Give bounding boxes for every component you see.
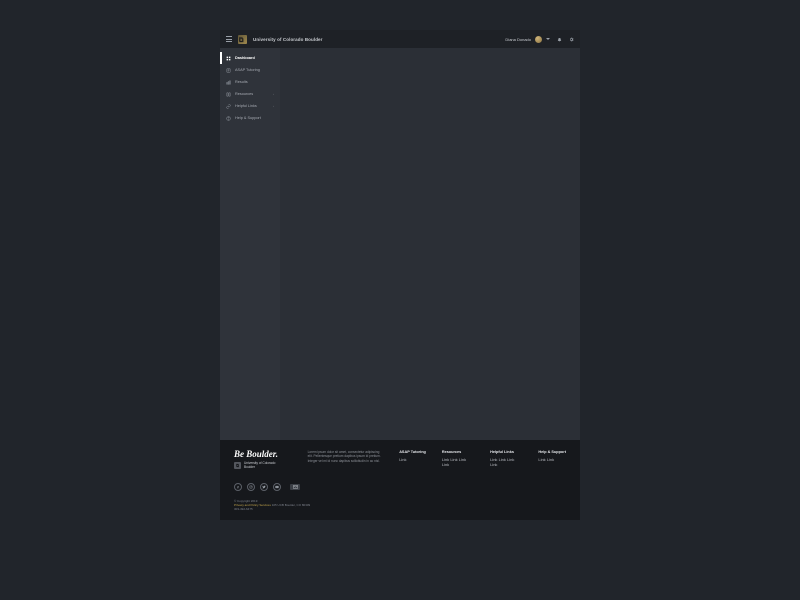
links-icon <box>226 104 231 109</box>
footer-link[interactable]: Link <box>507 457 514 462</box>
facebook-icon[interactable] <box>234 483 242 491</box>
dashboard-icon <box>226 56 231 61</box>
footer-col-title: ASAP Tutoring <box>399 450 426 454</box>
tutoring-icon <box>226 68 231 73</box>
sidebar: Dashboard ASAP Tutoring Results Resource… <box>220 48 280 440</box>
svg-text:⧉: ⧉ <box>239 37 244 44</box>
footer-link[interactable]: Link <box>547 457 554 462</box>
twitter-icon[interactable] <box>260 483 268 491</box>
footer-university-name: University of Colorado Boulder <box>244 462 275 469</box>
footer-link[interactable]: Link <box>490 462 497 467</box>
menu-toggle-icon[interactable] <box>226 36 232 42</box>
resources-icon <box>226 92 231 97</box>
footer-address: 105 UCB Boulder, CO 80309 <box>271 503 310 507</box>
results-icon <box>226 80 231 85</box>
sidebar-item-label: ASAP Tutoring <box>235 68 260 72</box>
user-menu[interactable]: Diana Donado <box>505 36 550 43</box>
sidebar-item-label: Results <box>235 80 248 84</box>
brand-prefix: University of Colorado <box>253 37 305 42</box>
sidebar-item-label: Resources <box>235 92 253 96</box>
notifications-icon[interactable] <box>556 36 562 42</box>
footer-col-title: Helpful Links <box>490 450 522 454</box>
instagram-icon[interactable] <box>247 483 255 491</box>
main-content <box>280 48 580 440</box>
footer-brand: Be Boulder. ⧉ University of Colorado Bou… <box>234 450 294 469</box>
youtube-icon[interactable] <box>273 483 281 491</box>
footer-col-helpful: Helpful Links Link Link Link Link <box>490 450 522 469</box>
sidebar-item-label: Help & Support <box>235 116 261 120</box>
avatar-icon <box>535 36 542 43</box>
footer-link[interactable]: Link <box>459 457 466 462</box>
footer-col-title: Help & Support <box>538 450 566 454</box>
sidebar-item-help-support[interactable]: Help & Support <box>220 112 280 124</box>
footer: Be Boulder. ⧉ University of Colorado Bou… <box>220 440 580 520</box>
footer-link[interactable]: Link <box>450 457 457 462</box>
be-boulder-wordmark: Be Boulder. <box>234 450 294 459</box>
brand-title: University of Colorado Boulder <box>253 37 323 42</box>
sidebar-item-asap-tutoring[interactable]: ASAP Tutoring <box>220 64 280 76</box>
sidebar-item-results[interactable]: Results <box>220 76 280 88</box>
footer-legal: © Copyright 2019 Privacy and Policy Serv… <box>234 499 566 512</box>
footer-link[interactable]: Link <box>538 457 545 462</box>
footer-col-title: Resources <box>442 450 474 454</box>
topbar: ⧉ University of Colorado Boulder Diana D… <box>220 30 580 48</box>
chevron-right-icon: › <box>273 92 274 96</box>
footer-link[interactable]: Link <box>442 462 449 467</box>
help-icon <box>226 116 231 121</box>
username-label: Diana Donado <box>505 37 531 42</box>
footer-col-support: Help & Support Link Link <box>538 450 566 469</box>
sidebar-item-label: Dashboard <box>235 56 255 60</box>
footer-description: Lorem ipsum dolor sit amet, consectetur … <box>308 450 386 469</box>
chevron-right-icon: › <box>273 104 274 108</box>
sidebar-item-resources[interactable]: Resources › <box>220 88 280 100</box>
settings-icon[interactable] <box>568 36 574 42</box>
sidebar-item-label: Helpful Links <box>235 104 257 108</box>
footer-link[interactable]: Link <box>399 457 406 462</box>
body: Dashboard ASAP Tutoring Results Resource… <box>220 48 580 440</box>
sidebar-item-dashboard[interactable]: Dashboard <box>220 52 280 64</box>
brand-bold: Boulder <box>305 37 323 42</box>
footer-phone: 303-492-6475 <box>234 507 566 511</box>
cu-logo-icon: ⧉ <box>238 35 247 44</box>
footer-col-asap: ASAP Tutoring Link <box>399 450 426 469</box>
sidebar-item-helpful-links[interactable]: Helpful Links › <box>220 100 280 112</box>
app-window: ⧉ University of Colorado Boulder Diana D… <box>220 30 580 520</box>
chevron-down-icon <box>546 38 550 40</box>
footer-link-columns: ASAP Tutoring Link Resources Link Link L… <box>399 450 566 469</box>
email-icon[interactable] <box>290 484 300 490</box>
footer-link[interactable]: Link <box>499 457 506 462</box>
cu-logo-small-icon: ⧉ <box>234 462 241 469</box>
social-row <box>234 483 566 491</box>
footer-col-resources: Resources Link Link Link Link <box>442 450 474 469</box>
